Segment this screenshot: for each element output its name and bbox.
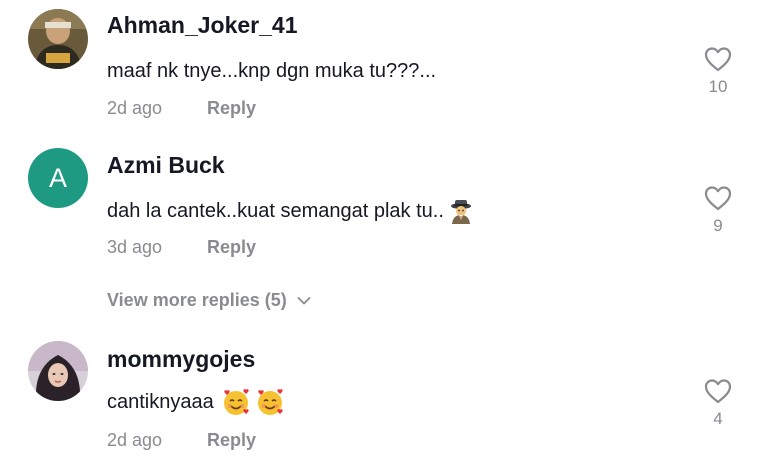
comment-time: 3d ago [107,237,163,257]
comment-text-content: cantiknyaaa [107,390,214,413]
like-count: 10 [708,77,728,96]
comment-text: cantiknyaaa [107,388,284,416]
comment-text-content: dah la cantek..kuat semangat plak tu.. [107,199,444,222]
like-button[interactable]: 10 [700,46,736,97]
smiling-face-with-hearts-emoji [222,388,250,416]
detective-emoji [448,198,474,224]
view-more-replies-label: View more replies (5) [107,290,287,310]
avatar-letter: A [48,162,67,193]
reply-button[interactable]: Reply [207,237,256,258]
comment-time: 2d ago [107,98,163,118]
reply-button[interactable]: Reply [207,430,256,451]
like-count: 4 [713,409,723,428]
avatar[interactable] [28,341,88,401]
reply-button[interactable]: Reply [207,98,256,119]
chevron-down-icon [297,296,311,304]
avatar[interactable]: A [28,148,88,208]
comment-text-content: maaf nk tnye...knp dgn muka tu???... [107,60,437,82]
username[interactable]: Ahman_Joker_41 [107,12,298,39]
heart-icon [704,47,732,72]
username[interactable]: Azmi Buck [107,152,225,179]
heart-icon [704,379,732,404]
comment-text: maaf nk tnye...knp dgn muka tu???... [107,60,436,83]
smiling-face-with-hearts-emoji [256,388,284,416]
comment-text: dah la cantek..kuat semangat plak tu.. [107,198,474,224]
view-more-replies-button[interactable]: View more replies (5) [107,290,311,311]
like-button[interactable]: 4 [700,378,736,429]
heart-icon [704,186,732,211]
username[interactable]: mommygojes [107,346,255,373]
avatar[interactable] [28,9,88,69]
comment-time: 2d ago [107,430,163,450]
like-count: 9 [713,216,723,235]
like-button[interactable]: 9 [700,185,736,236]
